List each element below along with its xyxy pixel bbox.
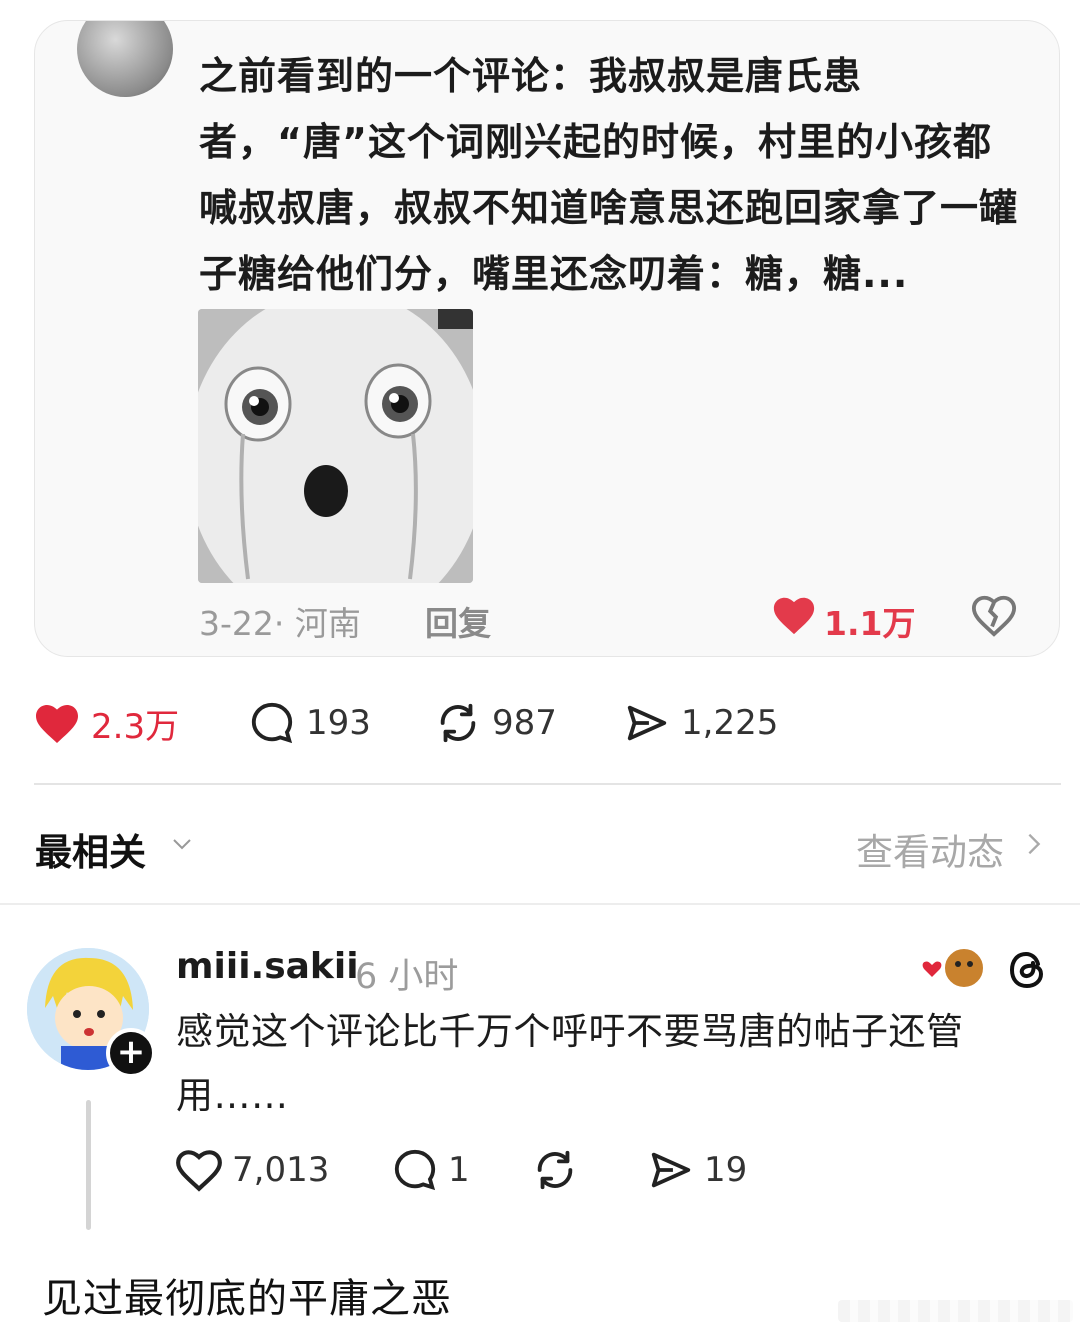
reply-comment-count: 1	[448, 1150, 470, 1190]
reply-repost-button[interactable]	[530, 1146, 588, 1194]
comment-date-location: 3-22· 河南	[199, 604, 361, 643]
post-share-button[interactable]: 1,225	[623, 700, 778, 746]
reply-button[interactable]: 回复	[425, 597, 491, 645]
liked-by-avatars[interactable]	[918, 944, 988, 992]
follow-plus-button[interactable]: +	[106, 1028, 156, 1078]
view-activity-link[interactable]: 查看动态	[856, 822, 1004, 876]
post-repost-button[interactable]: 987	[434, 700, 557, 746]
send-icon	[651, 1152, 691, 1188]
chevron-down-icon[interactable]	[168, 832, 196, 856]
post-like-button[interactable]: 2.3万	[33, 700, 180, 747]
send-icon	[627, 705, 667, 741]
quoted-comment-text: 之前看到的一个评论：我叔叔是唐氏患者，“唐”这个词刚兴起的时候，村里的小孩都喊叔…	[199, 54, 1019, 296]
post-comment-button[interactable]: 193	[248, 700, 371, 746]
reply-share-count: 19	[704, 1150, 748, 1190]
broken-heart-icon[interactable]	[971, 593, 1017, 637]
reply-comment-button[interactable]: 1	[390, 1146, 470, 1194]
meme-image[interactable]	[198, 309, 473, 583]
comment-like-count: 1.1万	[824, 604, 916, 643]
post-repost-count: 987	[492, 703, 557, 743]
reply-like-count: 7,013	[232, 1150, 330, 1190]
post-like-count: 2.3万	[91, 706, 180, 747]
chevron-right-icon[interactable]	[1024, 830, 1044, 858]
post-caption: 见过最彻底的平庸之恶	[42, 1276, 452, 1322]
reply-text: 感觉这个评论比千万个呼吁不要骂唐的帖子还管用……	[176, 1010, 964, 1117]
sort-dropdown[interactable]: 最相关	[35, 822, 146, 876]
heart-filled-icon	[36, 705, 78, 743]
threads-logo-icon[interactable]	[1004, 946, 1052, 994]
post-comment-count: 193	[306, 703, 371, 743]
commenter-avatar[interactable]	[77, 21, 173, 97]
divider	[0, 903, 1080, 905]
reply-username[interactable]: miii.sakii	[176, 946, 359, 987]
quoted-comment-card[interactable]: 之前看到的一个评论：我叔叔是唐氏患者，“唐”这个词刚兴起的时候，村里的小孩都喊叔…	[34, 20, 1060, 657]
watermark	[838, 1300, 1073, 1322]
comment-bubble-icon	[394, 1149, 436, 1191]
thread-line	[86, 1100, 91, 1230]
reply-timestamp: 6 小时	[355, 957, 459, 997]
comment-bubble-icon	[251, 702, 293, 744]
divider	[34, 783, 1061, 785]
heart-outline-icon	[176, 1150, 222, 1192]
repost-icon	[440, 703, 476, 743]
repost-icon	[537, 1150, 573, 1190]
heart-filled-icon[interactable]	[771, 593, 817, 637]
post-share-count: 1,225	[681, 703, 779, 743]
reply-share-button[interactable]: 19	[646, 1146, 747, 1194]
reply-like-button[interactable]: 7,013	[174, 1146, 329, 1194]
